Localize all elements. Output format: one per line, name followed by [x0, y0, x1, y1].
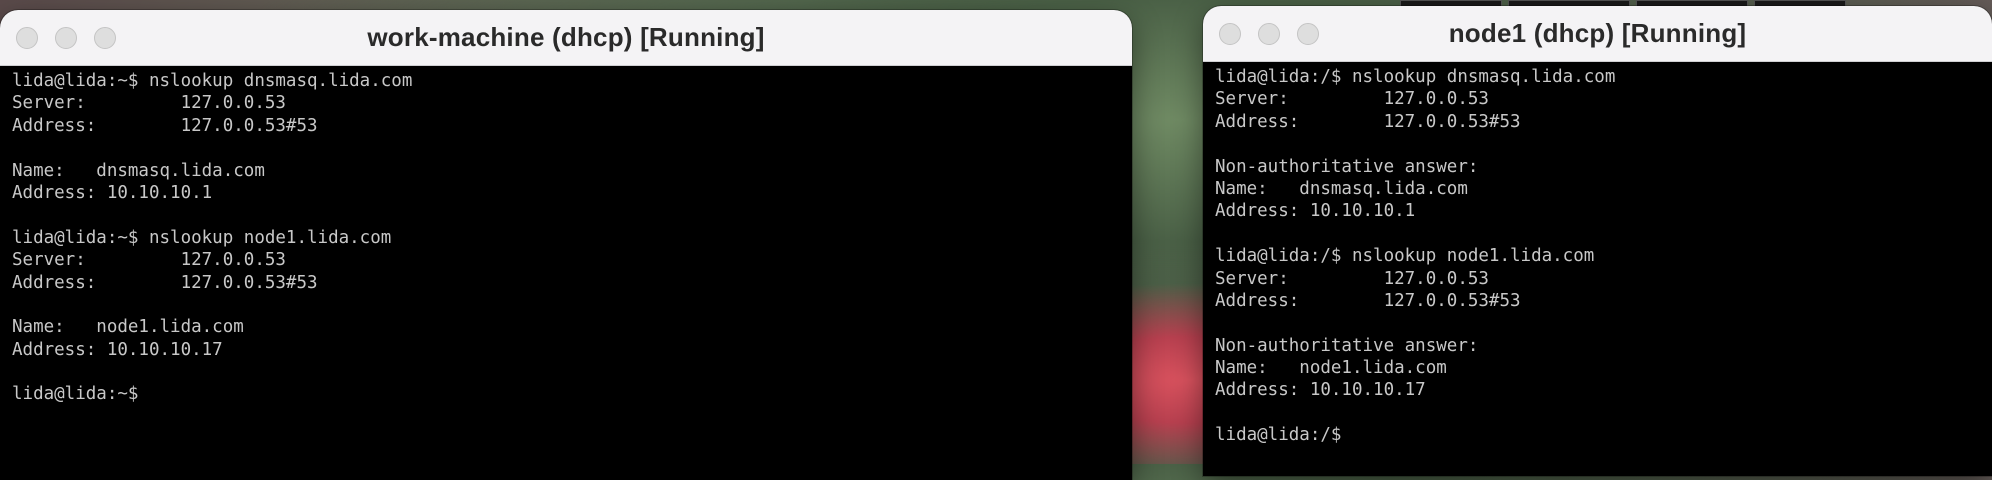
terminal-line: Server: 127.0.0.53: [1215, 89, 1489, 110]
terminal-line: lida@lida:~$ nslookup dnsmasq.lida.com: [12, 71, 413, 91]
terminal-line: Name: node1.lida.com: [1215, 358, 1447, 379]
window-controls: [16, 27, 116, 49]
window-title: node1 (dhcp) [Running]: [1448, 18, 1747, 48]
terminal-line: Non-authoritative answer:: [1215, 335, 1479, 356]
vm-window-work-machine[interactable]: work-machine (dhcp) [Running] lida@lida:…: [0, 10, 1132, 480]
terminal-line: Address: 10.10.10.1: [1215, 201, 1416, 222]
minimize-button[interactable]: [55, 27, 77, 49]
terminal-line: Name: dnsmasq.lida.com: [12, 160, 265, 181]
window-titlebar[interactable]: node1 (dhcp) [Running]: [1203, 6, 1992, 62]
terminal-line: Non-authoritative answer:: [1215, 156, 1479, 177]
terminal-line: lida@lida:~$: [12, 384, 139, 405]
terminal-line: Address: 127.0.0.53#53: [1215, 290, 1521, 311]
zoom-button[interactable]: [1297, 23, 1319, 45]
terminal-line: Name: node1.lida.com: [12, 317, 244, 338]
vm-window-node1[interactable]: node1 (dhcp) [Running] lida@lida:/$ nslo…: [1203, 6, 1992, 476]
terminal-line: Address: 10.10.10.1: [12, 182, 213, 203]
close-button[interactable]: [1219, 23, 1241, 45]
window-controls: [1219, 23, 1319, 45]
terminal-output[interactable]: lida@lida:~$ nslookup dnsmasq.lida.com Se…: [0, 66, 1132, 410]
terminal-line: Address: 10.10.10.17: [1215, 380, 1426, 401]
minimize-button[interactable]: [1258, 23, 1280, 45]
terminal-line: Server: 127.0.0.53: [12, 250, 286, 271]
terminal-line: lida@lida:/$ nslookup dnsmasq.lida.com: [1215, 67, 1616, 87]
window-titlebar[interactable]: work-machine (dhcp) [Running]: [0, 10, 1132, 66]
terminal-line: Address: 10.10.10.17: [12, 339, 223, 360]
terminal-line: Name: dnsmasq.lida.com: [1215, 178, 1468, 199]
terminal-line: Address: 127.0.0.53#53: [12, 115, 318, 136]
terminal-line: Server: 127.0.0.53: [1215, 268, 1489, 289]
window-title: work-machine (dhcp) [Running]: [367, 22, 765, 52]
terminal-line: Address: 127.0.0.53#53: [12, 272, 318, 293]
terminal-output[interactable]: lida@lida:/$ nslookup dnsmasq.lida.com Se…: [1203, 62, 1992, 451]
terminal-line: lida@lida:~$ nslookup node1.lida.com: [12, 227, 392, 248]
terminal-line: Address: 127.0.0.53#53: [1215, 111, 1521, 132]
terminal-line: Server: 127.0.0.53: [12, 93, 286, 114]
close-button[interactable]: [16, 27, 38, 49]
terminal-line: lida@lida:/$: [1215, 425, 1342, 446]
zoom-button[interactable]: [94, 27, 116, 49]
terminal-line: lida@lida:/$ nslookup node1.lida.com: [1215, 246, 1595, 267]
